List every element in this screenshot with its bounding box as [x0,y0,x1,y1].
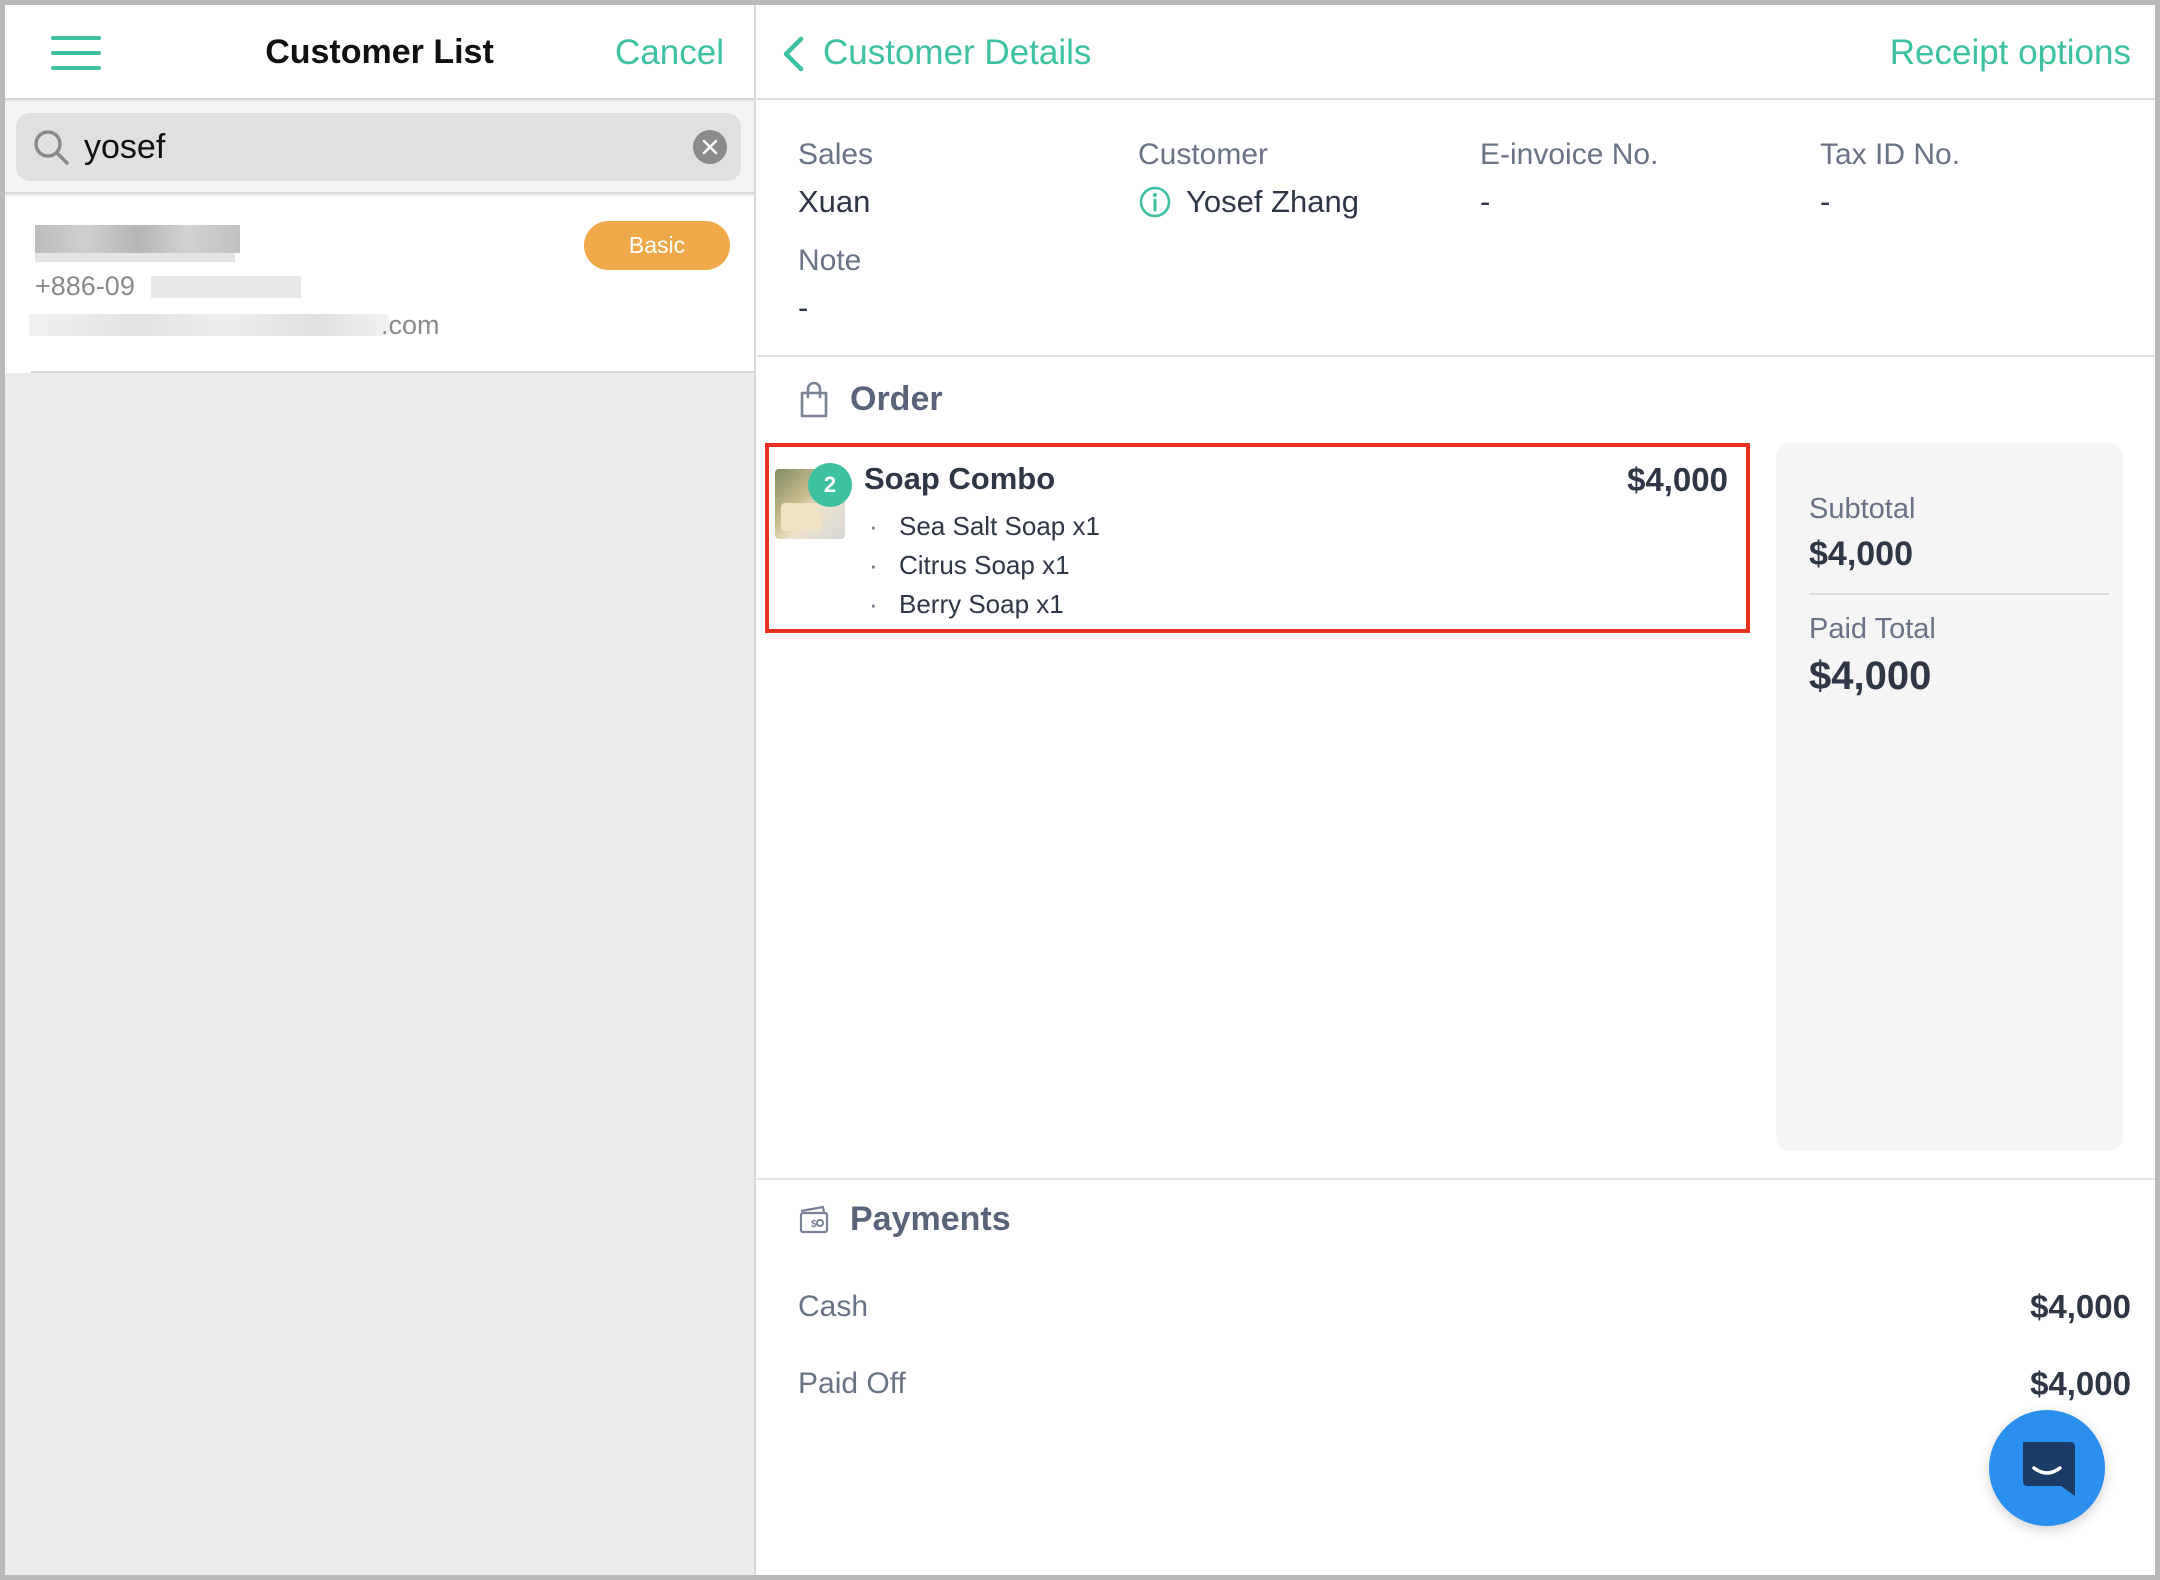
search-bar [5,102,754,194]
taxid-field: Tax ID No. - [1820,138,1960,220]
note-label: Note [798,244,862,277]
wallet-icon: $ [799,1205,829,1233]
paid-total-label: Paid Total [1809,613,1936,645]
customer-list-pane: Customer List Cancel +886-09 .com Basic [5,5,756,1575]
note-field: Note - [798,244,861,326]
list-item: · Citrus Soap x1 [869,550,1070,580]
customer-label: Customer [1138,138,1269,171]
customer-list-header: Customer List Cancel [5,5,754,100]
customer-phone: +886-09 [35,271,135,301]
redacted-email [29,314,389,336]
einvoice-value: - [1480,184,1491,219]
note-value: - [798,290,809,325]
search-field[interactable] [16,113,741,181]
sales-field: Sales Xuan [798,138,873,220]
info-icon[interactable] [1138,185,1172,219]
quantity-badge: 2 [808,463,852,507]
redacted-customer-name [35,225,240,253]
paid-total-value: $4,000 [1809,654,1932,698]
order-info: Sales Xuan Customer Yosef Zhang E-invoic… [757,102,2155,357]
list-item: · Sea Salt Soap x1 [869,511,1100,541]
paid-off-label: Paid Off [798,1367,906,1400]
redacted-phone [151,276,301,298]
back-label: Customer Details [823,33,1092,72]
redacted-customer-name [35,253,235,262]
receipt-options-button[interactable]: Receipt options [1890,33,2131,73]
customer-field: Customer Yosef Zhang [1138,138,1359,220]
taxid-label: Tax ID No. [1820,138,1961,171]
svg-text:$: $ [811,1219,817,1230]
sales-value: Xuan [798,184,871,219]
order-item[interactable]: 2 Soap Combo $4,000 · Sea Salt Soap x1 · C… [765,443,1750,633]
chat-button[interactable] [1989,1410,2105,1526]
clear-icon[interactable] [693,130,727,164]
customer-list-item[interactable]: +886-09 .com Basic [5,196,754,373]
customer-details-header: Customer Details Receipt options [757,5,2155,100]
subtotal-label: Subtotal [1809,493,1916,525]
order-title: Order [850,380,943,418]
sales-label: Sales [798,138,874,171]
order-section-title: Order [798,380,943,419]
search-icon [34,130,69,165]
einvoice-label: E-invoice No. [1480,138,1659,171]
customer-email: .com [381,310,440,340]
payment-method-amount: $4,000 [2030,1288,2131,1325]
chevron-left-icon [783,36,804,72]
combo-contents: · Sea Salt Soap x1 · Citrus Soap x1 · Berry… [869,507,1100,624]
list-item: · Berry Soap x1 [869,589,1064,619]
shopping-bag-icon [800,381,828,417]
customer-details-pane: Customer Details Receipt options Sales X… [757,5,2155,1575]
payments-title: Payments [850,1200,1011,1238]
payment-method-label: Cash [798,1290,869,1323]
divider [1809,593,2109,595]
membership-badge: Basic [584,221,730,270]
search-input[interactable] [84,123,644,171]
payments-section-title: $ Payments [798,1200,1011,1239]
taxid-value: - [1820,184,1831,219]
divider [31,371,754,373]
paid-off-amount: $4,000 [2030,1365,2131,1402]
customer-name[interactable]: Yosef Zhang [1186,184,1359,220]
divider [757,1178,2155,1180]
einvoice-field: E-invoice No. - [1480,138,1658,220]
product-price: $4,000 [1627,461,1728,498]
chat-icon [2023,1442,2075,1496]
cancel-button[interactable]: Cancel [615,33,724,73]
order-summary: Subtotal $4,000 Paid Total $4,000 [1776,443,2123,1151]
product-name: Soap Combo [864,461,1056,496]
subtotal-value: $4,000 [1809,535,1913,573]
